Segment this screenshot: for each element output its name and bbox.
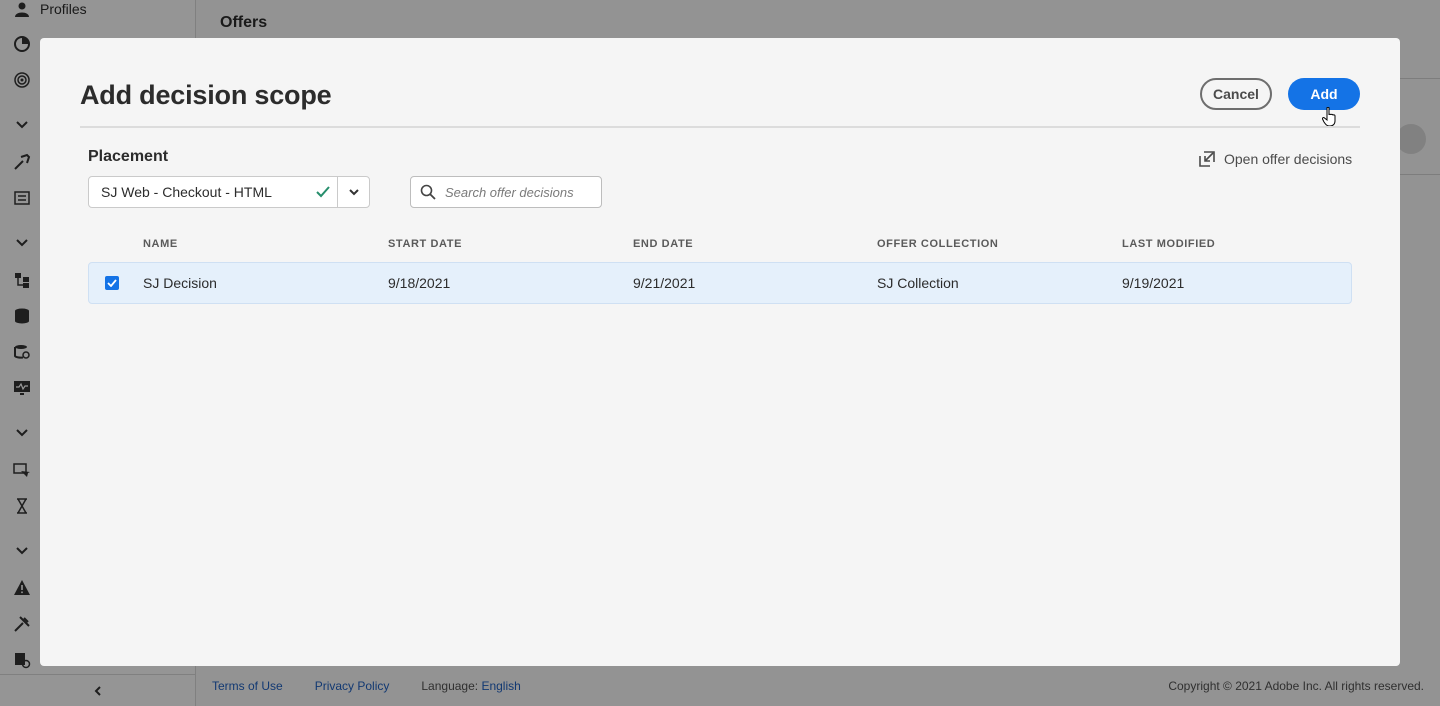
- hand-cursor-icon: [1322, 107, 1336, 127]
- placement-dropdown-button[interactable]: [337, 177, 369, 207]
- add-decision-scope-dialog: Add decision scope Cancel Add Placement …: [40, 38, 1400, 666]
- chevron-down-icon: [348, 189, 359, 196]
- open-link-label: Open offer decisions: [1224, 151, 1353, 167]
- search-field[interactable]: [410, 176, 602, 208]
- placement-label: Placement: [88, 148, 169, 165]
- cancel-button[interactable]: Cancel: [1200, 78, 1272, 110]
- placement-value: SJ Web - Checkout - HTML: [101, 184, 272, 200]
- open-offer-decisions-link[interactable]: Open offer decisions: [1198, 150, 1352, 168]
- column-header-offer-collection[interactable]: OFFER COLLECTION: [877, 238, 998, 250]
- column-header-last-modified[interactable]: LAST MODIFIED: [1122, 238, 1215, 250]
- search-icon: [411, 184, 445, 200]
- add-button[interactable]: Add: [1288, 78, 1360, 110]
- checkmark-icon: [107, 279, 117, 287]
- cell-last-modified: 9/19/2021: [1122, 275, 1185, 291]
- open-in-icon: [1199, 151, 1215, 167]
- table-row[interactable]: SJ Decision 9/18/2021 9/21/2021 SJ Colle…: [88, 262, 1352, 304]
- cell-end-date: 9/21/2021: [633, 275, 696, 291]
- dialog-divider: [80, 126, 1360, 128]
- dialog-title: Add decision scope: [80, 80, 332, 110]
- checkmark-icon: [309, 186, 337, 198]
- cell-offer-collection: SJ Collection: [877, 275, 959, 291]
- column-header-name[interactable]: NAME: [143, 238, 178, 250]
- column-header-start-date[interactable]: START DATE: [388, 238, 462, 250]
- search-input[interactable]: [445, 184, 595, 200]
- placement-picker[interactable]: SJ Web - Checkout - HTML: [88, 176, 370, 208]
- cell-start-date: 9/18/2021: [388, 275, 451, 291]
- cell-name: SJ Decision: [143, 275, 217, 291]
- column-header-end-date[interactable]: END DATE: [633, 238, 693, 250]
- table-header: NAME START DATE END DATE OFFER COLLECTIO…: [88, 238, 1352, 254]
- row-checkbox[interactable]: [105, 276, 119, 290]
